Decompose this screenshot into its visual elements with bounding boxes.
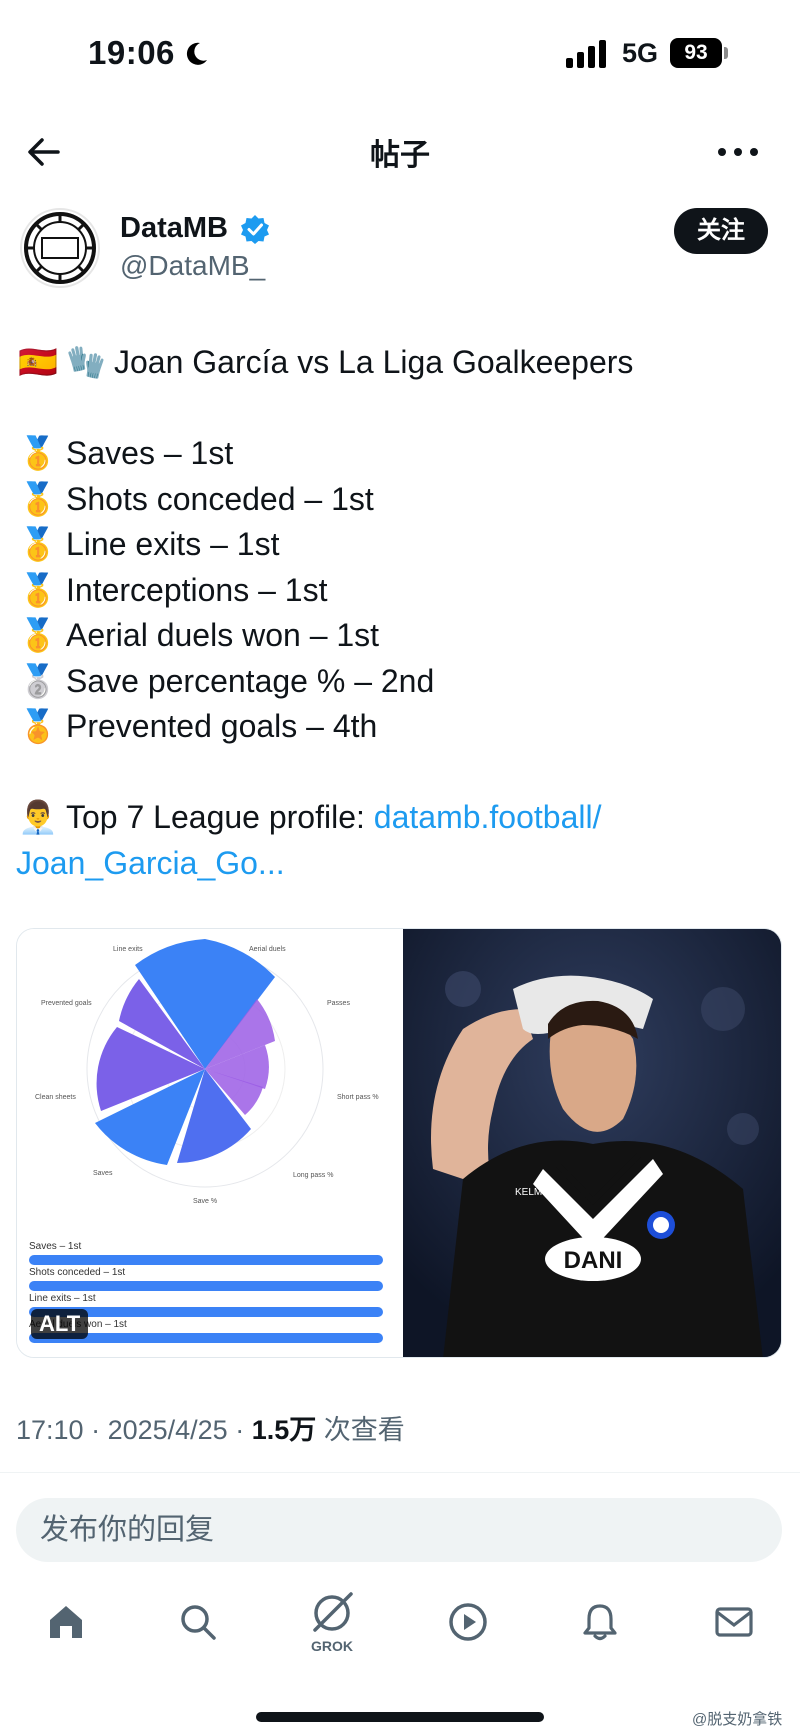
bar-label: Shots conceded – 1st [29,1267,126,1278]
status-time: 19:06 [88,34,175,71]
goalkeeper-illustration: DANI KELME [403,929,781,1357]
network-type: 5G [622,38,659,68]
post-media: Line exits Aerial duels Passes Short pas… [16,928,782,1358]
alt-badge[interactable]: ALT [31,1309,89,1339]
ranking-text: Line exits – 1st [66,526,280,562]
tab-home[interactable] [36,1600,96,1680]
bar [29,1255,383,1265]
follow-button[interactable]: 关注 [674,208,768,254]
datamb-logo-icon [24,212,96,284]
radar-label: Long pass % [293,1172,333,1179]
nav-header: 帖子 [0,110,800,190]
ranking-text: Aerial duels won – 1st [66,617,380,653]
radar-label: Line exits [113,946,143,953]
jersey-brand: KELME [515,1187,549,1198]
tab-search[interactable] [168,1600,228,1680]
bell-icon [583,1604,617,1641]
play-icon [449,1603,487,1641]
ranking-text: Prevented goals – 4th [66,708,378,744]
radar-label: Aerial duels [249,946,286,953]
tab-messages[interactable] [704,1600,764,1680]
profile-prefix: Top 7 League profile: [66,799,374,835]
goalkeeper-glove-icon: 🧤 [66,344,106,380]
view-count-suffix: 次查看 [323,1415,405,1445]
silver-medal-icon: 🥈 [18,662,58,699]
ranking-item: 🥇 Aerial duels won – 1st [18,613,778,659]
jersey-sponsor: DANI [564,1247,623,1274]
gold-medal-icon: 🥇 [18,617,58,653]
gold-medal-icon: 🥇 [18,526,58,562]
sports-medal-icon: 🏅 [18,708,58,744]
home-indicator [256,1712,544,1722]
reply-input[interactable]: 发布你的回复 [16,1498,782,1562]
office-worker-icon: 👨‍💼 [18,799,58,835]
bar-label: Line exits – 1st [29,1293,96,1304]
battery-tip [724,47,728,59]
ranking-item: 🥇 Line exits – 1st [18,522,778,568]
battery-level: 93 [670,38,722,68]
radar-label: Passes [327,1000,350,1007]
view-count: 1.5万 [251,1415,317,1445]
profile-line: 👨‍💼 Top 7 League profile: datamb.football… [18,795,778,841]
post-author: DataMB @DataMB_ 关注 [0,204,800,294]
profile-link[interactable]: datamb.football/ [374,799,602,835]
author-display-name[interactable]: DataMB [120,212,228,245]
ranking-item: 🥇 Interceptions – 1st [18,568,778,614]
profile-line-2: Joan_Garcia_Go... [16,841,778,887]
watermark: @脱支奶拿铁 [692,1711,783,1728]
ranking-item: 🥇 Saves – 1st [18,431,778,477]
radar-label: Save % [193,1198,217,1205]
status-bar: 19:06 5G 93 [0,0,800,110]
profile-link-continued[interactable]: Joan_Garcia_Go... [16,845,285,881]
battery-icon: 93 [670,38,730,68]
radar-label: Clean sheets [35,1094,76,1101]
mail-icon [715,1607,753,1637]
post-headline: Joan García vs La Liga Goalkeepers [114,344,634,380]
bar-label: Saves – 1st [29,1241,82,1252]
gold-medal-icon: 🥇 [18,480,58,517]
ranking-item: 🥇 Shots conceded – 1st [18,477,778,523]
grok-icon [313,1592,353,1632]
signal-icon [566,40,606,68]
radar-chart: Line exits Aerial duels Passes Short pas… [35,939,379,1205]
goalkeeper-photo[interactable]: DANI KELME [403,929,781,1357]
post-date: 2025/4/25 [107,1415,228,1445]
bar [29,1281,383,1291]
radar-label: Saves [93,1170,113,1177]
action-bar-divider [0,1472,800,1480]
radar-label: Prevented goals [41,1000,92,1007]
ranking-item: 🥈 Save percentage % – 2nd [18,659,778,705]
tab-video[interactable] [438,1600,498,1680]
bottom-tab-bar: GROK @脱支奶拿铁 [0,1570,800,1734]
home-icon [50,1606,82,1638]
spain-flag-icon: 🇪🇸 [18,344,58,380]
post-time: 17:10 [16,1415,84,1445]
reply-composer: 发布你的回复 [0,1480,800,1570]
verified-badge-icon [241,215,269,244]
grok-label: GROK [311,1638,353,1654]
post-meta: 17:10 · 2025/4/25 · 1.5万 次查看 [16,1415,405,1445]
author-handle[interactable]: @DataMB_ [120,250,265,282]
gold-medal-icon: 🥇 [18,571,58,608]
search-icon [181,1605,216,1640]
tab-grok[interactable]: GROK [302,1588,362,1668]
avatar[interactable] [20,208,100,288]
ranking-text: Interceptions – 1st [66,571,328,608]
ranking-text: Shots conceded – 1st [66,480,374,517]
tab-notifications[interactable] [570,1600,630,1680]
post-headline-line: 🇪🇸 🧤 Joan García vs La Liga Goalkeepers [18,340,778,386]
post-body: 🇪🇸 🧤 Joan García vs La Liga Goalkeepers 🥇 S… [16,340,778,887]
ranking-text: Save percentage % – 2nd [66,662,435,699]
more-options-icon[interactable] [716,140,760,164]
radar-label: Short pass % [337,1094,379,1101]
ranking-text: Saves – 1st [66,435,234,471]
radar-chart-image[interactable]: Line exits Aerial duels Passes Short pas… [17,929,403,1357]
page-title: 帖子 [370,139,430,172]
moon-icon [186,42,207,65]
ranking-item: 🏅 Prevented goals – 4th [18,704,778,750]
gold-medal-icon: 🥇 [18,435,58,471]
